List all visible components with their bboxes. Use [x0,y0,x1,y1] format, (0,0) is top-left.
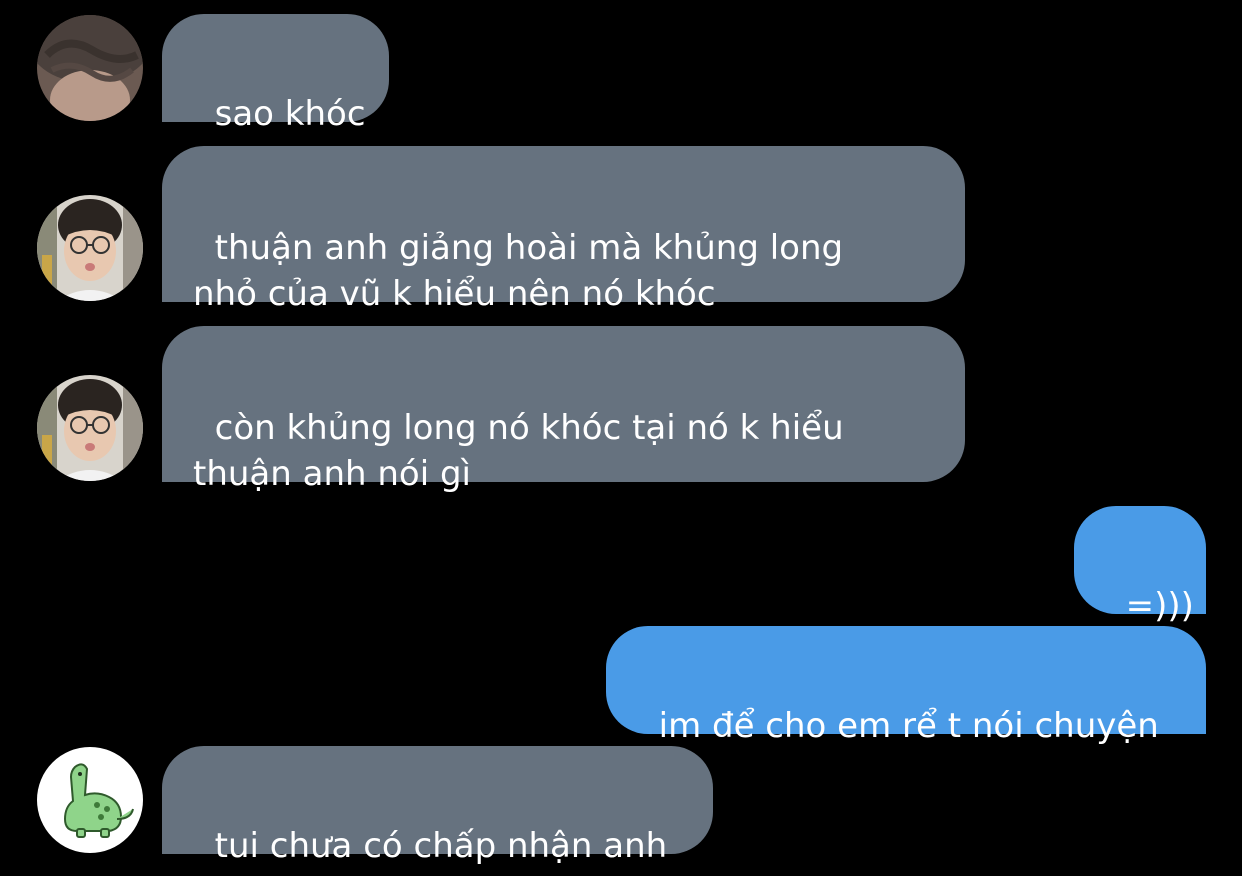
message-text: còn khủng long nó khóc tại nó k hiểu thu… [193,408,844,494]
message-bubble-outgoing[interactable]: im để cho em rể t nói chuyện [606,626,1206,746]
message-bubble-incoming[interactable]: còn khủng long nó khóc tại nó k hiểu thu… [162,326,965,494]
message-bubble-incoming[interactable]: tui chưa có chấp nhận anh [162,746,713,866]
message-bubble-incoming[interactable]: thuận anh giảng hoài mà khủng long nhỏ c… [162,146,965,314]
message-bubble-outgoing[interactable]: =))) [1074,506,1206,626]
message-text: im để cho em rể t nói chuyện [658,706,1159,746]
message-text: tui chưa có chấp nhận anh [214,826,668,866]
message-text: sao khóc [214,94,366,134]
avatar-blurred[interactable] [37,15,143,121]
message-text: =))) [1125,586,1194,626]
avatar-glasses[interactable] [37,375,143,481]
message-bubble-incoming[interactable]: sao khóc [162,14,389,134]
avatar-glasses[interactable] [37,195,143,301]
dinosaur-sticker-avatar[interactable] [37,747,143,853]
message-text: thuận anh giảng hoài mà khủng long nhỏ c… [193,228,844,314]
